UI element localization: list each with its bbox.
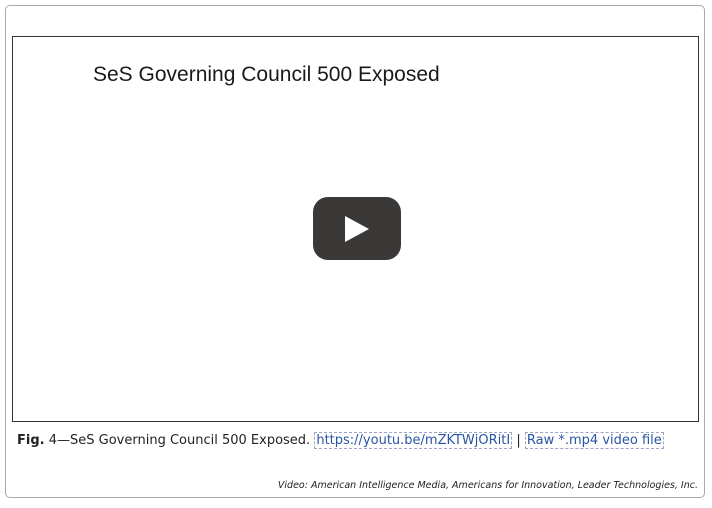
video-title: SeS Governing Council 500 Exposed (93, 63, 440, 86)
raw-video-link[interactable]: Raw *.mp4 video file (524, 432, 664, 449)
caption-dash: — (57, 433, 71, 448)
figure-label: Fig. (17, 433, 45, 448)
video-credit: Video: American Intelligence Media, Amer… (277, 480, 698, 491)
youtube-link[interactable]: https://youtu.be/mZKTWjORitI (314, 432, 513, 449)
video-player[interactable]: SeS Governing Council 500 Exposed (12, 36, 699, 422)
play-button[interactable] (313, 197, 401, 260)
link-separator: | (516, 433, 521, 448)
play-icon (345, 215, 369, 242)
caption-text: SeS Governing Council 500 Exposed. (70, 433, 311, 448)
figure-number: 4 (48, 433, 58, 448)
figure-caption: Fig. 4—SeS Governing Council 500 Exposed… (17, 431, 697, 450)
